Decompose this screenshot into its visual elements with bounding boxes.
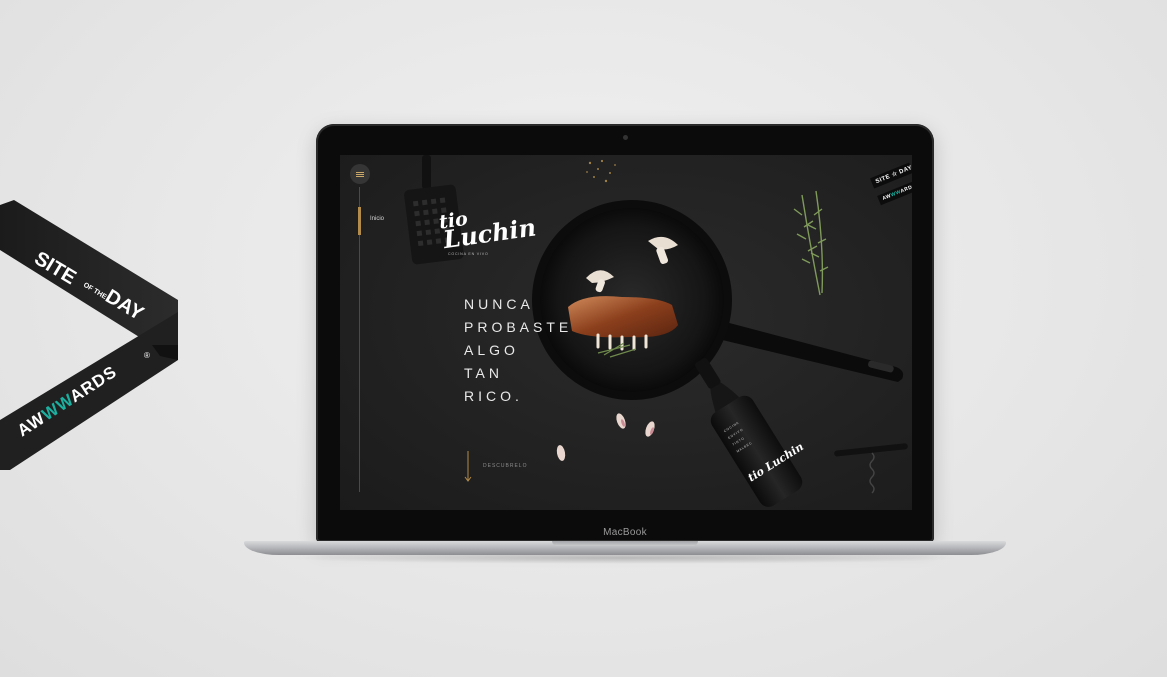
- hamburger-menu-icon[interactable]: [350, 164, 370, 184]
- ribbon-upper-band: [0, 200, 178, 345]
- headline-line: RICO.: [464, 388, 523, 404]
- laptop-model-label: MacBook: [603, 527, 647, 538]
- headline-line: TAN: [464, 365, 503, 381]
- webcam-icon: [623, 135, 628, 140]
- website-screen: C O C I N AE N V I V O T I N T OM A L B …: [340, 155, 912, 510]
- awwwards-ribbon[interactable]: SITE OF THE DAY AWWWARDS ®: [0, 0, 200, 480]
- headline-line: ALGO: [464, 342, 519, 358]
- nav-item-inicio[interactable]: Inicio: [370, 216, 384, 222]
- laptop-base: [244, 541, 1006, 555]
- food-scene: C O C I N AE N V I V O T I N T OM A L B …: [404, 155, 908, 507]
- rosemary-sprig-icon: [793, 190, 829, 296]
- logo-tagline: COCINA EN VIVO: [448, 252, 489, 256]
- headline-line: PROBASTE: [464, 319, 573, 335]
- hero-headline: NUNCA PROBASTE ALGO TAN RICO.: [464, 293, 572, 408]
- laptop-base-notch: [552, 541, 698, 546]
- discover-link[interactable]: DESCUBRELO: [483, 463, 527, 469]
- scroll-down-arrow-icon[interactable]: [464, 451, 472, 483]
- garlic-clove-icon: [556, 413, 655, 461]
- corkscrew-icon: [834, 443, 908, 494]
- headline-line: NUNCA: [464, 296, 534, 312]
- ribbon-registered-mark: ®: [144, 351, 150, 360]
- nav-rail-active-marker: [358, 207, 361, 235]
- pepper-grains-icon: [586, 159, 616, 183]
- wine-bottle-icon: C O C I N AE N V I V O T I N T OM A L B …: [694, 357, 806, 507]
